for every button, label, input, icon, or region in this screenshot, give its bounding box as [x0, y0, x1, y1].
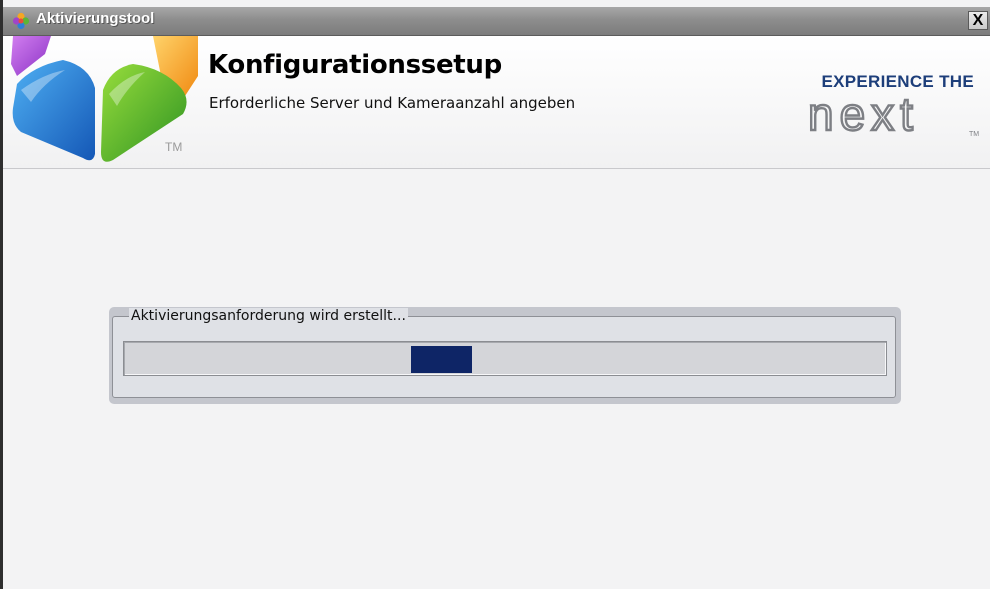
- title-bar[interactable]: Aktivierungstool X: [3, 7, 990, 36]
- brand-wordmark: next: [808, 96, 919, 140]
- progress-bar: [123, 341, 887, 376]
- brand-tagline: EXPERIENCE THE: [821, 72, 974, 91]
- close-button[interactable]: X: [968, 11, 988, 30]
- activation-tool-window: Aktivierungstool X TM Konfigurationssetu…: [0, 0, 990, 589]
- flower-app-icon: [12, 12, 30, 30]
- progress-panel: Aktivierungsanforderung wird erstellt...: [109, 307, 901, 404]
- page-title: Konfigurationssetup: [208, 50, 502, 80]
- progress-label: Aktivierungsanforderung wird erstellt...: [129, 308, 408, 324]
- progress-group: Aktivierungsanforderung wird erstellt...: [112, 308, 896, 398]
- page-subtitle: Erforderliche Server und Kameraanzahl an…: [209, 94, 576, 112]
- brand-next-logo: next TM: [808, 96, 979, 140]
- logo-trademark: TM: [165, 140, 183, 154]
- brand-trademark: TM: [969, 131, 979, 138]
- header-banner: TM Konfigurationssetup Erforderliche Ser…: [3, 36, 990, 169]
- window-title: Aktivierungstool: [36, 10, 155, 27]
- progress-marquee-chunk: [411, 346, 472, 373]
